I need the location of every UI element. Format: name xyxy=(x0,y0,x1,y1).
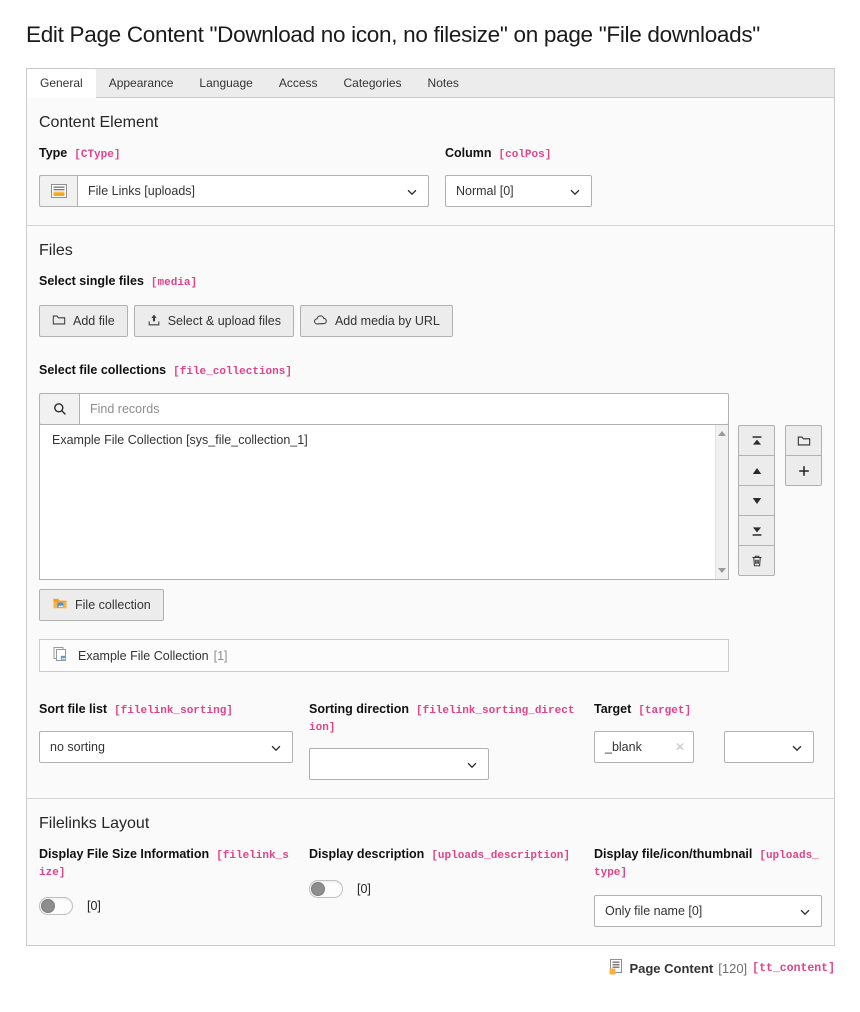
sorting-direction-label: Sorting direction[filelink_sorting_direc… xyxy=(309,702,578,736)
chevron-down-icon xyxy=(269,741,283,758)
add-media-by-url-button[interactable]: Add media by URL xyxy=(300,305,453,337)
selected-collection-row[interactable]: Example File Collection [1] xyxy=(39,639,729,672)
tab-categories[interactable]: Categories xyxy=(331,69,415,98)
cloud-icon xyxy=(313,313,328,330)
scroll-up-icon[interactable] xyxy=(718,431,726,436)
move-to-top-button[interactable] xyxy=(738,425,775,456)
scroll-down-icon[interactable] xyxy=(718,568,726,573)
list-item[interactable]: Example File Collection [sys_file_collec… xyxy=(40,425,728,455)
chevron-down-icon xyxy=(798,905,812,922)
edit-form-page: Edit Page Content "Download no icon, no … xyxy=(0,22,860,978)
collection-stack-icon xyxy=(52,646,68,665)
toggle-knob xyxy=(41,899,55,913)
listbox-scrollbar[interactable] xyxy=(715,425,728,579)
target-label: Target[target] xyxy=(594,702,822,719)
collection-search-group xyxy=(39,393,729,425)
record-type-label: Page Content xyxy=(629,961,713,976)
display-thumbnail-label: Display file/icon/thumbnail[uploads_type… xyxy=(594,847,822,881)
remove-selected-button[interactable] xyxy=(738,545,775,576)
browse-folder-button[interactable] xyxy=(785,425,822,456)
move-to-bottom-button[interactable] xyxy=(738,515,775,546)
description-field-key: [uploads_description] xyxy=(431,850,570,862)
section-content-element: Content Element Type[CType] xyxy=(27,98,834,226)
field-display-thumbnail: Display file/icon/thumbnail[uploads_type… xyxy=(594,847,822,927)
single-files-label: Select single files[media] xyxy=(39,274,822,291)
folder-icon xyxy=(52,313,66,330)
tab-access[interactable]: Access xyxy=(266,69,331,98)
toggle-knob xyxy=(311,882,325,896)
target-field-key: [target] xyxy=(638,705,691,717)
find-records-input[interactable] xyxy=(79,393,729,425)
list-move-controls xyxy=(738,425,775,580)
tab-appearance[interactable]: Appearance xyxy=(96,69,187,98)
select-upload-files-button[interactable]: Select & upload files xyxy=(134,305,294,337)
add-record-button[interactable] xyxy=(785,455,822,486)
field-target: Target[target] _blank ✕ xyxy=(594,702,822,780)
section-heading-files: Files xyxy=(39,242,822,260)
type-label: Type[CType] xyxy=(39,146,429,163)
section-heading-filelinks-layout: Filelinks Layout xyxy=(39,815,822,833)
field-sort-file-list: Sort file list[filelink_sorting] no sort… xyxy=(39,702,309,780)
collection-row-count: [1] xyxy=(214,649,228,663)
tab-general[interactable]: General xyxy=(27,69,96,98)
field-column: Column[colPos] Normal [0] xyxy=(445,146,592,207)
display-file-size-value: [0] xyxy=(87,899,101,913)
move-down-button[interactable] xyxy=(738,485,775,516)
content-type-icon xyxy=(39,175,77,207)
form-tabbar: General Appearance Language Access Categ… xyxy=(27,69,834,98)
add-file-button[interactable]: Add file xyxy=(39,305,128,337)
field-display-file-size: Display File Size Information[filelink_s… xyxy=(39,847,309,927)
file-collection-button[interactable]: File collection xyxy=(39,589,164,621)
chevron-down-icon xyxy=(790,741,804,758)
tab-notes[interactable]: Notes xyxy=(415,69,472,98)
collection-row-label: Example File Collection xyxy=(78,649,209,663)
record-uid: [120] xyxy=(718,961,747,976)
move-up-button[interactable] xyxy=(738,455,775,486)
page-content-icon xyxy=(608,959,624,978)
field-display-description: Display description[uploads_description]… xyxy=(309,847,594,927)
display-file-size-label: Display File Size Information[filelink_s… xyxy=(39,847,293,881)
chevron-down-icon xyxy=(465,758,479,775)
file-collections-label: Select file collections[file_collections… xyxy=(39,363,822,380)
column-select[interactable]: Normal [0] xyxy=(445,175,592,207)
sort-file-list-label: Sort file list[filelink_sorting] xyxy=(39,702,293,719)
chevron-down-icon xyxy=(568,185,582,202)
field-type: Type[CType] xyxy=(39,146,445,207)
column-label: Column[colPos] xyxy=(445,146,592,163)
record-table-name: [tt_content] xyxy=(752,962,835,975)
form-panel: General Appearance Language Access Categ… xyxy=(26,68,835,946)
page-title: Edit Page Content "Download no icon, no … xyxy=(26,22,835,48)
file-collection-icon xyxy=(52,596,68,614)
display-description-value: [0] xyxy=(357,882,371,896)
clear-icon[interactable]: ✕ xyxy=(675,740,685,754)
file-collections-field-key: [file_collections] xyxy=(173,366,292,378)
record-footer: Page Content [120] [tt_content] xyxy=(26,959,835,978)
section-filelinks-layout: Filelinks Layout Display File Size Infor… xyxy=(27,799,834,945)
sort-field-key: [filelink_sorting] xyxy=(114,705,233,717)
display-thumbnail-select[interactable]: Only file name [0] xyxy=(594,895,822,927)
chevron-down-icon xyxy=(405,185,419,202)
section-files: Files Select single files[media] Add fil… xyxy=(27,226,834,799)
search-icon xyxy=(39,393,79,425)
file-collections-picker: Example File Collection [sys_file_collec… xyxy=(39,393,822,580)
media-field-key: [media] xyxy=(151,277,197,289)
tab-language[interactable]: Language xyxy=(186,69,265,98)
display-description-toggle[interactable] xyxy=(309,880,343,898)
target-input[interactable]: _blank ✕ xyxy=(594,731,694,763)
type-select[interactable]: File Links [uploads] xyxy=(77,175,429,207)
type-field-key: [CType] xyxy=(74,149,120,161)
column-field-key: [colPos] xyxy=(499,149,552,161)
upload-icon xyxy=(147,313,161,330)
sort-file-list-select[interactable]: no sorting xyxy=(39,731,293,763)
selected-collections-listbox[interactable]: Example File Collection [sys_file_collec… xyxy=(39,424,729,580)
target-preset-select[interactable] xyxy=(724,731,814,763)
list-add-controls xyxy=(785,425,822,580)
section-heading-content-element: Content Element xyxy=(39,114,822,132)
field-sorting-direction: Sorting direction[filelink_sorting_direc… xyxy=(309,702,594,780)
display-description-label: Display description[uploads_description] xyxy=(309,847,578,864)
sorting-direction-select[interactable] xyxy=(309,748,489,780)
file-buttons-row: Add file Select & upload files xyxy=(39,305,822,337)
display-file-size-toggle[interactable] xyxy=(39,897,73,915)
